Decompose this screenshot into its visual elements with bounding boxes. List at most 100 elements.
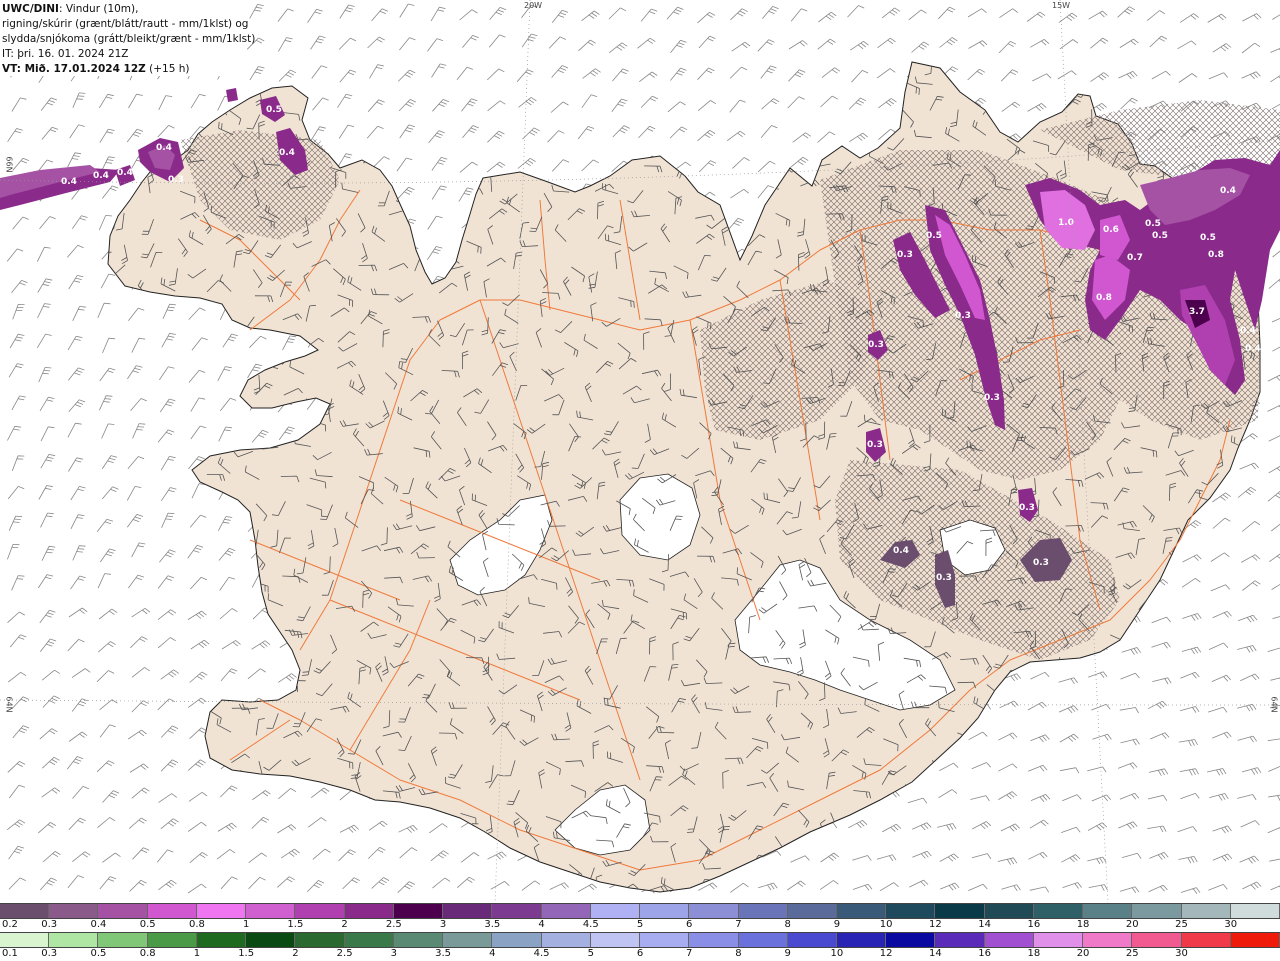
wind-barb (905, 807, 924, 813)
wind-barb (527, 136, 543, 149)
wind-barb (159, 96, 172, 110)
wind-barb (1026, 766, 1034, 784)
wind-barb (1224, 656, 1240, 668)
wind-barb (1148, 795, 1167, 800)
wind-barb (1028, 765, 1047, 771)
wind-barb (440, 867, 455, 879)
wind-barb (1031, 735, 1050, 742)
wind-barb (852, 856, 871, 861)
wind-barb (331, 110, 342, 127)
wind-barb (668, 80, 687, 86)
wind-barb (487, 131, 504, 142)
legend-swatch (1132, 904, 1181, 918)
wind-barb (162, 513, 175, 528)
wind-barb (1211, 553, 1229, 562)
wind-barb (1210, 785, 1218, 802)
wind-barb (363, 855, 380, 866)
wind-barb (1028, 852, 1047, 859)
wind-barb (81, 712, 99, 722)
wind-barb (848, 108, 854, 127)
wind-barb (69, 275, 84, 289)
wind-barb (97, 519, 113, 532)
wind-barb (1115, 730, 1134, 737)
legend-swatch (689, 904, 738, 918)
legend-swatch (935, 904, 984, 918)
wind-barb (887, 886, 904, 894)
wind-barb (191, 94, 206, 108)
wind-barb (155, 490, 168, 505)
wind-barb (1118, 763, 1137, 769)
wind-barb (487, 162, 505, 172)
wind-barb (98, 818, 116, 828)
wind-barb (103, 317, 115, 333)
wind-barb (100, 549, 115, 562)
wind-barb (206, 511, 215, 528)
wind-barb (1028, 103, 1047, 111)
wind-barb (771, 890, 777, 903)
precip-label: 0.5 (1200, 233, 1216, 243)
wind-barb (432, 64, 447, 78)
wind-barb (410, 166, 423, 181)
wind-barb (199, 348, 205, 367)
wind-barb (398, 187, 415, 199)
wind-barb (1118, 7, 1135, 18)
wind-barb (1267, 495, 1280, 504)
wind-barb (1195, 844, 1213, 851)
wind-barb (109, 522, 128, 528)
legend-label: 20 (1077, 948, 1090, 959)
wind-barb (128, 308, 144, 321)
wind-barb (242, 678, 260, 684)
legend-swatch (443, 904, 492, 918)
legend-label: 30 (1224, 919, 1237, 930)
wind-barb (211, 368, 230, 375)
wind-barb (1002, 102, 1020, 112)
wind-barb (399, 825, 418, 832)
wind-barb (86, 461, 99, 477)
wind-barb (732, 158, 749, 169)
lon-label-15w: 15W (1052, 1, 1070, 10)
lat-label-64n-left: 64N (5, 696, 14, 712)
wind-barb (552, 160, 569, 172)
wind-barb (787, 81, 805, 87)
wind-barb (107, 495, 123, 506)
wind-barb (97, 388, 116, 395)
wind-barb (320, 131, 336, 142)
wind-barb (12, 98, 27, 112)
wind-barb (582, 68, 592, 86)
wind-barb (10, 334, 24, 348)
legend-swatch (935, 933, 984, 947)
wind-barb (505, 96, 516, 113)
wind-barb (1105, 839, 1115, 855)
wind-barb (1046, 883, 1063, 891)
wind-barb (1208, 14, 1227, 22)
wind-barb (89, 498, 103, 512)
wind-barb (1179, 74, 1197, 83)
legend-label: 7 (735, 919, 741, 930)
wind-barb (931, 817, 936, 836)
wind-barb (547, 164, 565, 173)
wind-barb (117, 876, 128, 893)
wind-barb (878, 84, 889, 101)
wind-barb (850, 41, 868, 50)
legend-label: 0.5 (91, 948, 107, 959)
legend-label: 3.5 (435, 948, 451, 959)
wind-barb (1242, 882, 1261, 889)
wind-barb (1242, 72, 1261, 79)
wind-barb (132, 733, 150, 739)
wind-barb (1152, 617, 1171, 623)
wind-barb (1001, 824, 1020, 831)
wind-barb (877, 69, 895, 79)
wind-barb (1241, 821, 1260, 828)
wind-barb (1270, 73, 1280, 82)
wind-barb (775, 98, 787, 113)
wind-barb (490, 7, 506, 19)
wind-barb (281, 420, 300, 426)
wind-barb (308, 9, 323, 22)
wind-barb (221, 319, 231, 335)
wind-barb (308, 807, 327, 814)
wind-barb (1218, 633, 1226, 652)
wind-barb (1089, 885, 1108, 891)
wind-barb (1028, 702, 1047, 710)
wind-barb (825, 44, 840, 58)
wind-barb (1000, 701, 1019, 708)
